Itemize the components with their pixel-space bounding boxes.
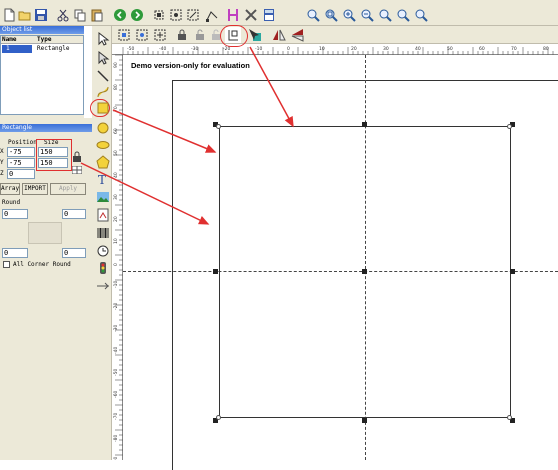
- annotation-arrows: [80, 46, 294, 225]
